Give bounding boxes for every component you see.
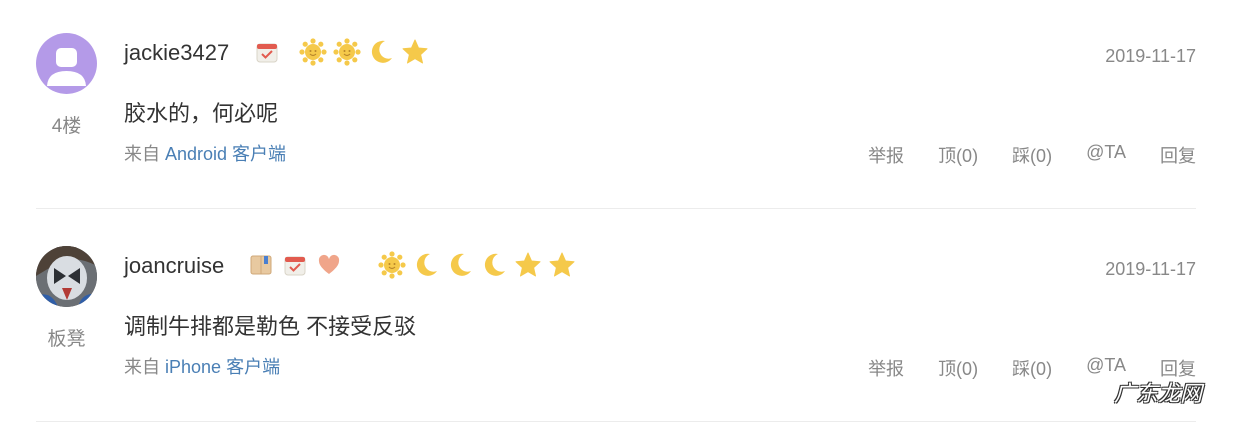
- comment-content: 调制牛排都是勒色 不接受反驳: [124, 314, 417, 339]
- comment-content: 胶水的，何必呢: [124, 101, 279, 126]
- comment-item: 4楼 jackie3427 2019-11-17 胶水的，何必呢 来自 Andr…: [36, 0, 1196, 212]
- moon-icon: [367, 38, 395, 66]
- comment-item: 板凳 joancruise 2019-11-17 调制牛排都是勒色 不接受反驳 …: [36, 213, 1196, 425]
- mention-button[interactable]: @TA: [1086, 142, 1126, 168]
- comment-actions: 举报 顶(0) 踩(0) @TA 回复: [834, 142, 1196, 168]
- moon-icon: [412, 251, 440, 279]
- heart-badge-icon[interactable]: [315, 251, 343, 279]
- username[interactable]: jackie3427: [124, 40, 229, 66]
- avatar[interactable]: [36, 33, 97, 94]
- sun-icon: [333, 38, 361, 66]
- floor-label: 板凳: [47, 329, 86, 350]
- floor-label: 4楼: [51, 116, 82, 137]
- badge-list: [247, 251, 349, 279]
- level-icons: [299, 38, 435, 66]
- moon-icon: [446, 251, 474, 279]
- report-button[interactable]: 举报: [868, 142, 904, 168]
- sun-icon: [378, 251, 406, 279]
- star-icon: [401, 38, 429, 66]
- avatar[interactable]: [36, 246, 97, 307]
- report-button[interactable]: 举报: [868, 355, 904, 381]
- source-device-link[interactable]: Android 客户端: [165, 144, 286, 164]
- divider: [36, 421, 1196, 422]
- upvote-button[interactable]: 顶(0): [938, 142, 978, 168]
- source-device-link[interactable]: iPhone 客户端: [165, 357, 280, 377]
- downvote-button[interactable]: 踩(0): [1012, 142, 1052, 168]
- level-icons: [378, 251, 582, 279]
- calendar-badge-icon[interactable]: [281, 251, 309, 279]
- source-prefix: 来自: [124, 144, 160, 164]
- moon-icon: [480, 251, 508, 279]
- reply-button[interactable]: 回复: [1160, 142, 1196, 168]
- downvote-button[interactable]: 踩(0): [1012, 355, 1052, 381]
- username[interactable]: joancruise: [124, 253, 224, 279]
- upvote-button[interactable]: 顶(0): [938, 355, 978, 381]
- badge-list: [253, 38, 287, 66]
- source-prefix: 来自: [124, 357, 160, 377]
- book-badge-icon[interactable]: [247, 251, 275, 279]
- calendar-badge-icon[interactable]: [253, 38, 281, 66]
- comment-source: 来自 iPhone 客户端: [124, 353, 280, 379]
- comment-date: 2019-11-17: [1105, 46, 1196, 66]
- star-icon: [548, 251, 576, 279]
- comment-date: 2019-11-17: [1105, 259, 1196, 279]
- star-icon: [514, 251, 542, 279]
- comment-source: 来自 Android 客户端: [124, 140, 286, 166]
- sun-icon: [299, 38, 327, 66]
- watermark-text: 广东龙网: [1113, 381, 1202, 406]
- divider: [36, 208, 1196, 209]
